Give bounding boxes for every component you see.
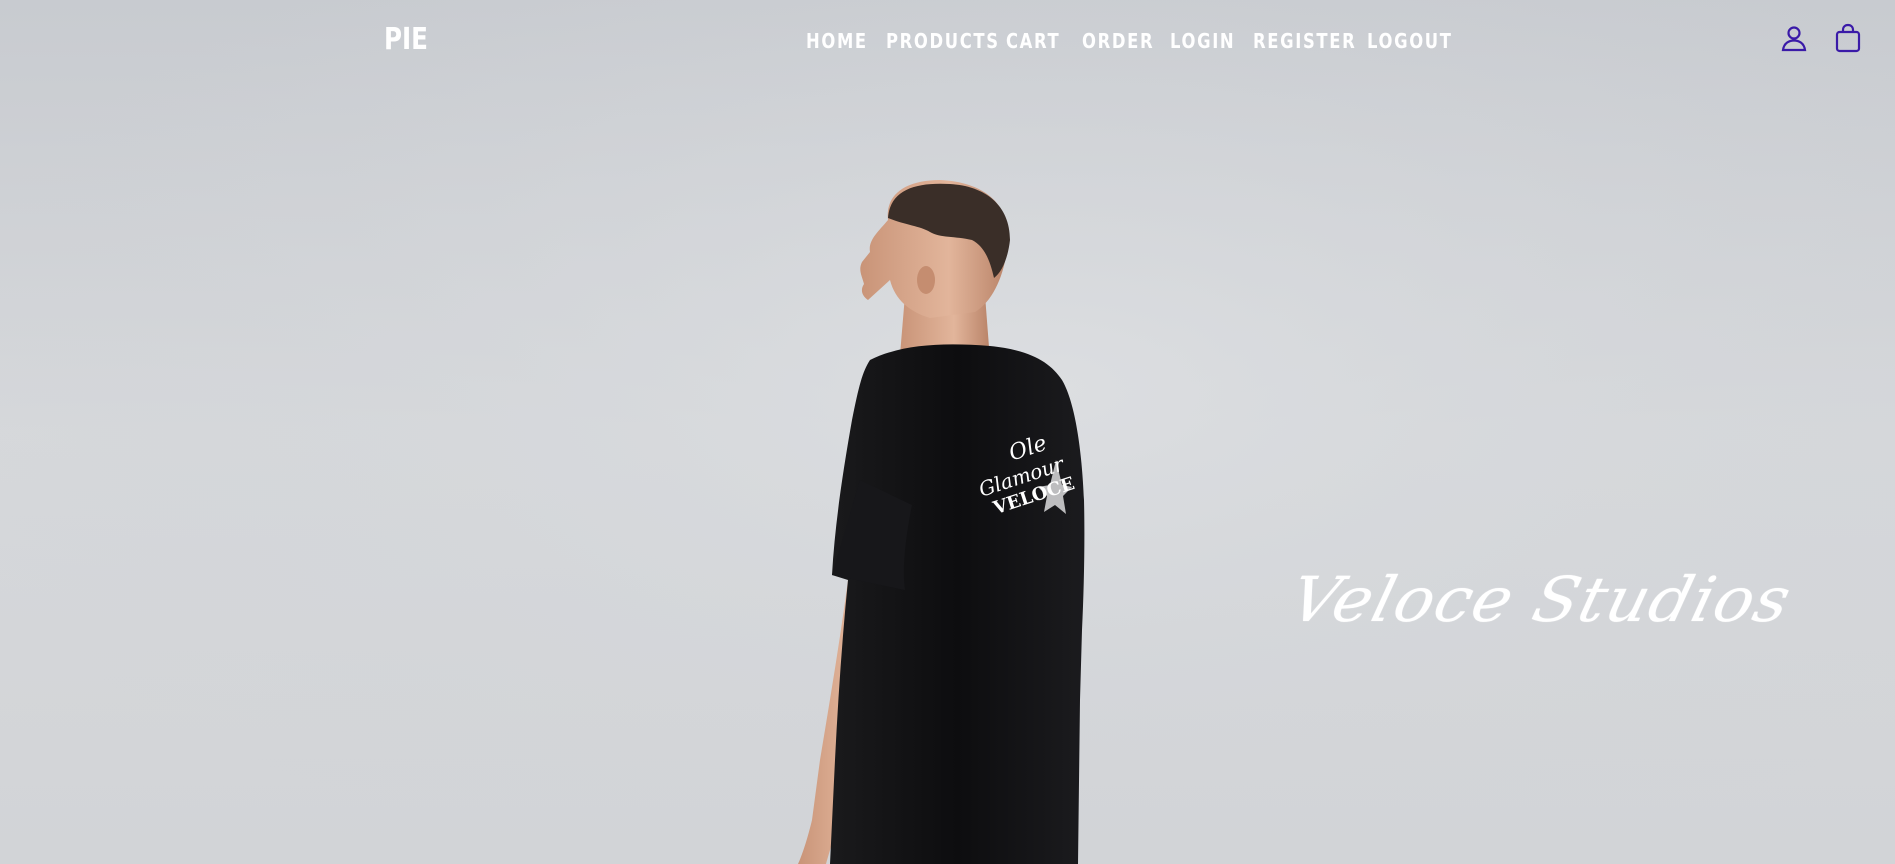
nav-link-order[interactable]: ORDER bbox=[1082, 29, 1154, 53]
nav-item-logout: LOGOUT bbox=[1367, 29, 1451, 53]
nav-link-home[interactable]: HOME bbox=[806, 29, 868, 53]
nav-item-order: ORDER bbox=[1082, 29, 1170, 53]
user-icon[interactable] bbox=[1778, 22, 1810, 54]
nav-item-home: HOME bbox=[806, 29, 886, 53]
model-ear bbox=[917, 266, 935, 294]
model-tshirt bbox=[830, 344, 1085, 864]
nav-item-login: LOGIN bbox=[1170, 29, 1253, 53]
hero-section: Ole Glamour VELOCE Veloce Studios bbox=[0, 0, 1895, 864]
nav-link-logout[interactable]: LOGOUT bbox=[1367, 29, 1453, 53]
hero-image bbox=[0, 0, 1895, 864]
shopping-bag-icon[interactable] bbox=[1832, 22, 1864, 54]
nav-item-cart: CART bbox=[1006, 29, 1082, 53]
hero-brand-script: Veloce Studios bbox=[1283, 563, 1799, 636]
nav-link-register[interactable]: REGISTER bbox=[1253, 29, 1356, 53]
site-logo[interactable]: PIE bbox=[384, 22, 428, 58]
nav-item-register: REGISTER bbox=[1253, 29, 1367, 53]
main-nav: HOME PRODUCTS CART ORDER LOGIN REGISTER … bbox=[806, 29, 1451, 53]
nav-link-cart[interactable]: CART bbox=[1006, 29, 1060, 53]
nav-link-products[interactable]: PRODUCTS bbox=[886, 29, 1000, 53]
top-navbar: PIE HOME PRODUCTS CART ORDER LOGIN REGIS… bbox=[0, 0, 1895, 84]
nav-link-login[interactable]: LOGIN bbox=[1170, 29, 1235, 53]
nav-item-products: PRODUCTS bbox=[886, 29, 1006, 53]
